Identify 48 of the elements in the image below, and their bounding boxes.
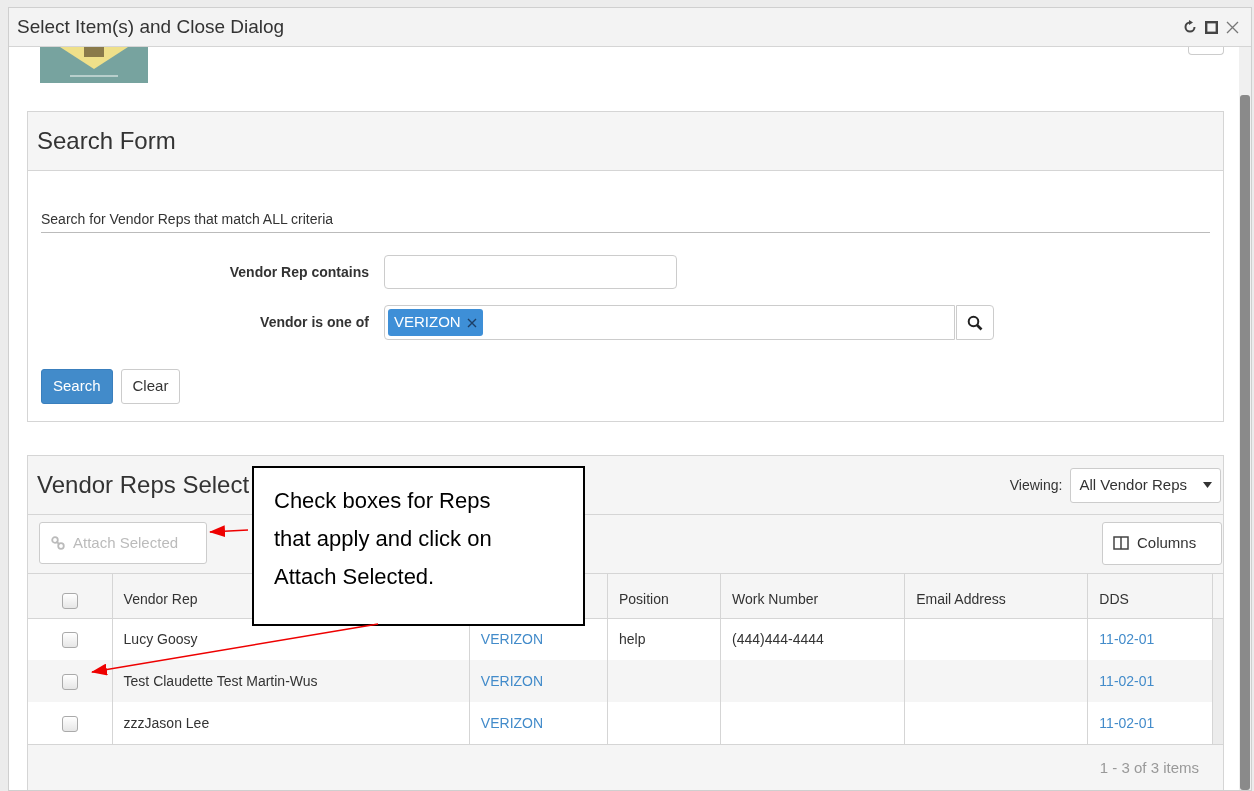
refresh-icon[interactable] bbox=[1183, 20, 1197, 34]
panel-title: Search Form bbox=[37, 126, 176, 156]
close-icon[interactable] bbox=[1226, 20, 1239, 34]
table-cell: help bbox=[618, 630, 646, 647]
clear-button[interactable]: Clear bbox=[120, 369, 181, 404]
columns-button[interactable]: Columns bbox=[1102, 521, 1222, 565]
viewing-dropdown[interactable]: All Vendor Reps bbox=[1070, 467, 1221, 503]
table-cell: Test Claudette Test Martin-Wus bbox=[123, 672, 318, 689]
tag-input-field[interactable]: VERIZON bbox=[384, 305, 955, 340]
maximize-icon[interactable] bbox=[1205, 20, 1218, 34]
link-icon bbox=[51, 536, 65, 550]
callout-text: Check boxes for Reps that apply and click on Attach Selected. bbox=[252, 466, 585, 626]
pager-info: 1 - 3 of 3 items bbox=[1099, 759, 1199, 776]
cropped-button[interactable] bbox=[1188, 47, 1224, 55]
form-subtitle: Search for Vendor Reps that match ALL criteria bbox=[41, 211, 334, 227]
table-link[interactable]: 11-02-01 bbox=[1099, 630, 1155, 647]
table-link[interactable]: 11-02-01 bbox=[1099, 672, 1155, 689]
column-header: Position bbox=[618, 591, 669, 608]
table-cell: zzzJason Lee bbox=[123, 714, 210, 731]
input-field[interactable] bbox=[384, 255, 677, 289]
column-header: Work Number bbox=[732, 591, 819, 608]
field-label: Vendor is one of bbox=[260, 314, 369, 330]
row-checkbox[interactable] bbox=[61, 673, 78, 690]
table-cell: Lucy Goosy bbox=[123, 630, 198, 647]
column-header: Vendor Rep bbox=[123, 591, 198, 608]
table-link[interactable]: VERIZON bbox=[480, 630, 544, 647]
search-icon bbox=[967, 314, 983, 331]
table-link[interactable]: VERIZON bbox=[480, 714, 544, 731]
vendor-tag[interactable]: VERIZON bbox=[388, 309, 483, 336]
table-link[interactable]: VERIZON bbox=[480, 672, 544, 689]
panel-title: Vendor Reps Select bbox=[37, 470, 250, 500]
table-cell: (444)444-4444 bbox=[732, 630, 824, 647]
column-header: Email Address bbox=[916, 591, 1006, 608]
field-label: Vendor Rep contains bbox=[229, 263, 369, 280]
row-checkbox[interactable] bbox=[61, 715, 78, 732]
columns-icon bbox=[1113, 536, 1129, 550]
table-link[interactable]: 11-02-01 bbox=[1099, 714, 1155, 731]
caret-icon bbox=[1203, 482, 1212, 488]
remove-icon[interactable] bbox=[466, 317, 477, 328]
search-button[interactable]: Search bbox=[41, 369, 113, 404]
scrollbar[interactable] bbox=[1239, 47, 1251, 790]
window-title: Select Item(s) and Close Dialog bbox=[17, 14, 285, 39]
select-all-checkbox[interactable] bbox=[61, 592, 78, 609]
arrow bbox=[209, 525, 249, 538]
column-header: DDS bbox=[1099, 591, 1129, 608]
row-checkbox[interactable] bbox=[61, 632, 78, 649]
search-button[interactable] bbox=[956, 305, 994, 340]
viewing-label: Viewing: bbox=[1009, 475, 1063, 495]
